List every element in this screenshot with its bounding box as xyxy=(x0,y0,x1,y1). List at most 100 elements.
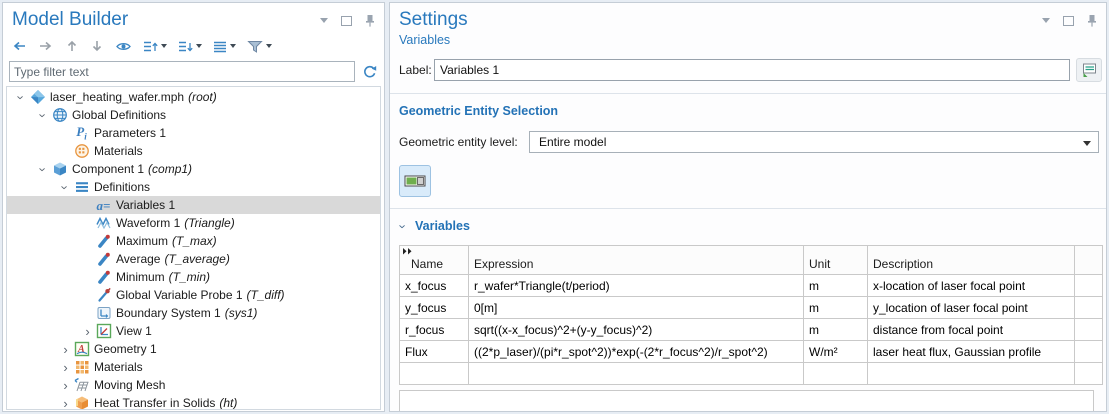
chevron-collapsed-icon[interactable] xyxy=(59,343,72,356)
variables-icon: a= xyxy=(94,197,113,213)
var-name-cell[interactable]: r_focus xyxy=(400,319,469,341)
chevron-expanded-icon[interactable] xyxy=(37,109,50,122)
var-expression-cell[interactable] xyxy=(469,363,804,385)
tree-item-component-1[interactable]: Component 1 (comp1) xyxy=(7,160,380,178)
chevron-expanded-icon xyxy=(397,220,410,233)
var-name-cell[interactable]: x_focus xyxy=(400,275,469,297)
create-named-reference-button[interactable] xyxy=(1076,58,1102,82)
materials-grid-icon xyxy=(72,359,91,375)
expand-group xyxy=(143,37,167,55)
move-up-icon[interactable] xyxy=(65,37,79,55)
geometry-icon: A xyxy=(72,341,91,357)
tree-item-global-variable-probe-1[interactable]: Global Variable Probe 1 (T_diff) xyxy=(7,286,380,304)
tree-item-label: Global Definitions xyxy=(72,108,166,122)
tree-item-boundary-system-1[interactable]: Boundary System 1 (sys1) xyxy=(7,304,380,322)
active-selection-toggle-button[interactable] xyxy=(399,165,431,197)
panel-menu-chevron-icon[interactable] xyxy=(1039,14,1052,27)
tree-item-tag: (T_max) xyxy=(172,234,217,248)
var-name-cell[interactable]: y_focus xyxy=(400,297,469,319)
var-extra-cell[interactable] xyxy=(1075,319,1103,341)
show-icon[interactable] xyxy=(115,37,132,55)
variables-section-header[interactable]: Variables xyxy=(397,219,1106,233)
tree-item-tag: (sys1) xyxy=(225,306,258,320)
tree-item-global-definitions[interactable]: Global Definitions xyxy=(7,106,380,124)
var-name-cell[interactable]: Flux xyxy=(400,341,469,363)
view-icon xyxy=(94,323,113,339)
collapse-icon[interactable] xyxy=(178,37,193,55)
tree-item-waveform-1[interactable]: Waveform 1 (Triangle) xyxy=(7,214,380,232)
forward-icon[interactable] xyxy=(38,37,54,55)
tree-item-variables-1[interactable]: a= Variables 1 xyxy=(7,196,380,214)
back-icon[interactable] xyxy=(11,37,27,55)
tree-item-materials-global[interactable]: Materials xyxy=(7,142,380,160)
tree-item-moving-mesh[interactable]: Moving Mesh xyxy=(7,376,380,394)
var-expression-cell[interactable]: sqrt((x-x_focus)^2+(y-y_focus)^2) xyxy=(469,319,804,341)
var-description-cell[interactable]: x-location of laser focal point xyxy=(868,275,1075,297)
tree-item-label: Waveform 1 xyxy=(116,216,180,230)
expand-menu-caret-icon[interactable] xyxy=(161,44,167,48)
var-unit-cell[interactable]: W/m² xyxy=(804,341,868,363)
geometric-entity-section-title: Geometric Entity Selection xyxy=(399,104,1097,118)
var-description-cell[interactable]: distance from focal point xyxy=(868,319,1075,341)
chevron-collapsed-icon[interactable] xyxy=(81,325,94,338)
tree-item-tag: (T_diff) xyxy=(247,288,285,302)
chevron-expanded-icon[interactable] xyxy=(37,163,50,176)
var-expression-cell[interactable]: ((2*p_laser)/(pi*r_spot^2))*exp(-(2*r_fo… xyxy=(469,341,804,363)
active-toggle-icon xyxy=(404,173,426,189)
geometric-entity-level-caption: Geometric entity level: xyxy=(399,135,529,149)
var-description-cell[interactable]: y_location of laser focal point xyxy=(868,297,1075,319)
var-extra-cell[interactable] xyxy=(1075,297,1103,319)
filter-icon[interactable] xyxy=(247,37,263,55)
float-window-icon[interactable] xyxy=(340,14,353,27)
model-tree-node-text-icon[interactable] xyxy=(213,37,227,55)
geometric-entity-level-select[interactable]: Entire model xyxy=(529,131,1099,153)
panel-menu-chevron-icon[interactable] xyxy=(317,14,330,27)
var-unit-cell[interactable]: m xyxy=(804,275,868,297)
tree-item-root[interactable]: laser_heating_wafer.mph (root) xyxy=(7,88,380,106)
chevron-collapsed-icon[interactable] xyxy=(59,397,72,410)
pin-glyph xyxy=(365,14,375,27)
chevron-collapsed-icon[interactable] xyxy=(59,361,72,374)
var-description-cell[interactable] xyxy=(868,363,1075,385)
tree-item-minimum[interactable]: Minimum (T_min) xyxy=(7,268,380,286)
var-unit-cell[interactable]: m xyxy=(804,297,868,319)
expand-icon[interactable] xyxy=(143,37,158,55)
chevron-expanded-icon[interactable] xyxy=(59,181,72,194)
label-field-caption: Label: xyxy=(399,63,434,77)
variables-table-row: x_focus r_wafer*Triangle(t/period) m x-l… xyxy=(400,275,1103,297)
filter-input[interactable] xyxy=(9,61,355,82)
var-unit-cell[interactable] xyxy=(804,363,868,385)
model-root-icon xyxy=(28,89,47,105)
var-extra-cell[interactable] xyxy=(1075,363,1103,385)
var-expression-cell[interactable]: 0[m] xyxy=(469,297,804,319)
tree-item-average[interactable]: Average (T_average) xyxy=(7,250,380,268)
var-name-cell[interactable] xyxy=(400,363,469,385)
pin-icon[interactable] xyxy=(1085,14,1098,27)
chevron-collapsed-icon[interactable] xyxy=(59,379,72,392)
var-extra-cell[interactable] xyxy=(1075,275,1103,297)
var-expression-cell[interactable]: r_wafer*Triangle(t/period) xyxy=(469,275,804,297)
tree-item-definitions[interactable]: Definitions xyxy=(7,178,380,196)
filter-menu-caret-icon[interactable] xyxy=(266,44,272,48)
var-unit-cell[interactable]: m xyxy=(804,319,868,341)
label-input[interactable] xyxy=(434,59,1070,81)
tree-item-geometry-1[interactable]: A Geometry 1 xyxy=(7,340,380,358)
var-description-cell[interactable]: laser heat flux, Gaussian profile xyxy=(868,341,1075,363)
collapse-menu-caret-icon[interactable] xyxy=(196,44,202,48)
probe-icon xyxy=(94,269,113,285)
tree-item-parameters-1[interactable]: Pi Parameters 1 xyxy=(7,124,380,142)
tree-item-materials-component[interactable]: Materials xyxy=(7,358,380,376)
float-window-icon[interactable] xyxy=(1062,14,1075,27)
var-extra-cell[interactable] xyxy=(1075,341,1103,363)
variables-table-empty-area[interactable] xyxy=(399,390,1094,412)
tree-item-heat-transfer-in-solids[interactable]: Heat Transfer in Solids (ht) xyxy=(7,394,380,410)
tree-item-maximum[interactable]: Maximum (T_max) xyxy=(7,232,380,250)
pin-icon[interactable] xyxy=(363,14,376,27)
model-tree: laser_heating_wafer.mph (root) Global De… xyxy=(6,86,381,410)
move-down-icon[interactable] xyxy=(90,37,104,55)
node-text-menu-caret-icon[interactable] xyxy=(230,44,236,48)
column-marker-icon xyxy=(403,248,413,255)
chevron-expanded-icon[interactable] xyxy=(15,91,28,104)
refresh-icon[interactable] xyxy=(362,63,378,81)
tree-item-view-1[interactable]: View 1 xyxy=(7,322,380,340)
